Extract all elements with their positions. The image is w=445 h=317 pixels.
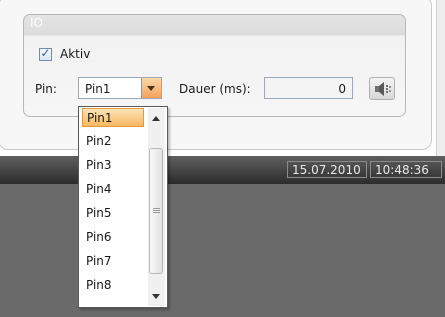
pin-dropdown-list[interactable]: Pin1 Pin2 Pin3 Pin4 Pin5 Pin6 Pin7 Pin8 [78,106,168,308]
scrollbar-thumb[interactable] [149,148,163,274]
grip-line [153,208,160,209]
scroll-up-arrow-icon[interactable] [152,116,160,121]
scroll-down-arrow-icon[interactable] [152,294,160,299]
dropdown-item-pin8[interactable]: Pin8 [82,276,144,295]
chevron-down-icon [147,86,155,91]
right-edge-strip [436,0,445,156]
checkmark-icon: ✓ [40,46,51,60]
pin-combobox[interactable]: Pin1 [78,77,162,99]
dauer-input[interactable]: 0 [264,77,353,99]
pin-dropdown-button[interactable] [141,78,161,98]
io-group-box [23,14,406,117]
workspace-background [0,184,445,317]
dropdown-item-pin5[interactable]: Pin5 [82,204,144,223]
dropdown-item-pin1[interactable]: Pin1 [82,108,144,127]
sound-button[interactable] [369,77,395,100]
dropdown-item-pin2[interactable]: Pin2 [82,132,144,151]
grip-line [153,210,160,211]
grip-line [153,212,160,213]
pin-label: Pin: [35,82,57,96]
io-group-title: IO [30,16,43,30]
dropdown-item-pin7[interactable]: Pin7 [82,252,144,271]
status-bar: 15.07.2010 10:48:36 [0,156,445,184]
dropdown-scrollbar[interactable] [148,108,165,306]
dropdown-item-pin3[interactable]: Pin3 [82,156,144,175]
dropdown-item-pin4[interactable]: Pin4 [82,180,144,199]
aktiv-checkbox[interactable]: ✓ [39,46,52,61]
pin-combobox-value: Pin1 [85,82,111,96]
dropdown-item-pin6[interactable]: Pin6 [82,228,144,247]
settings-panel-area: IO ✓ Aktiv Pin: Pin1 Dauer (ms): 0 [0,0,445,156]
status-time: 10:48:36 [370,161,442,178]
dauer-value: 0 [338,82,346,96]
dauer-label: Dauer (ms): [179,82,251,96]
speaker-icon [375,82,391,96]
aktiv-label[interactable]: Aktiv [60,47,90,61]
status-date: 15.07.2010 [287,161,367,178]
